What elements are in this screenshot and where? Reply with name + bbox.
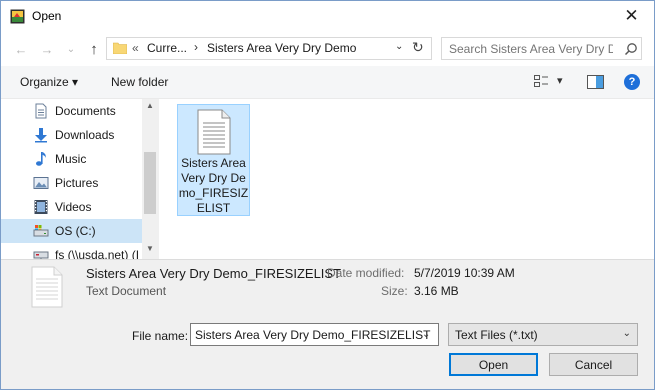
sidebar-item-os-c[interactable]: OS (C:) — [1, 219, 143, 243]
file-name-field-label: File name: — [132, 329, 189, 343]
address-bar[interactable]: « Curre... › Sisters Area Very Dry Demo … — [106, 37, 432, 60]
breadcrumb-sisters-folder[interactable]: Sisters Area Very Dry Demo — [207, 41, 356, 55]
network-drive-icon — [33, 251, 49, 259]
details-pane: Sisters Area Very Dry Demo_FIRESIZELIST … — [1, 259, 654, 313]
refresh-icon[interactable]: ↻ — [412, 39, 424, 56]
view-options-dropdown[interactable]: ▾ — [557, 74, 563, 87]
search-icon[interactable] — [624, 42, 638, 56]
pictures-icon — [33, 177, 49, 189]
preview-pane-icon[interactable] — [587, 75, 604, 89]
text-document-icon — [197, 109, 231, 155]
details-file-type: Text Document — [86, 284, 167, 298]
sidebar-item-network-drive[interactable]: fs (\\usda.net) (I — [1, 243, 143, 259]
sidebar-item-label: OS (C:) — [55, 224, 96, 238]
navigation-pane: Documents Downloads Music Pictures Video… — [1, 99, 158, 259]
address-row: ← → ⌄ ↑ « Curre... › Sisters Area Very D… — [1, 32, 654, 66]
videos-icon — [34, 200, 48, 214]
size-label: Size: — [381, 284, 408, 298]
file-type-select[interactable]: Text Files (*.txt) ⌄ — [448, 323, 638, 346]
app-icon — [10, 9, 25, 24]
sidebar-item-label: Videos — [55, 200, 92, 214]
sidebar-item-pictures[interactable]: Pictures — [1, 171, 143, 195]
sidebar-item-label: Downloads — [55, 128, 115, 142]
navigation-scrollbar[interactable]: ▲ ▼ — [142, 99, 158, 259]
search-input[interactable] — [442, 38, 620, 59]
organize-button[interactable]: Organize ▾ — [20, 75, 78, 89]
change-view-icon[interactable] — [534, 75, 549, 89]
back-button[interactable]: ← — [12, 40, 30, 58]
address-dropdown-icon[interactable]: ⌄ — [395, 41, 403, 52]
file-list: Sisters Area Very Dry Demo_FIRESIZELIST — [159, 99, 654, 259]
sidebar-item-music[interactable]: Music — [1, 147, 143, 171]
help-icon[interactable]: ? — [624, 74, 640, 90]
scroll-up-arrow-icon[interactable]: ▲ — [146, 101, 154, 110]
breadcrumb-current-folder[interactable]: Curre... — [147, 41, 187, 55]
file-name-label: Sisters Area Very Dry Demo_FIRESIZELIST — [178, 156, 249, 215]
sidebar-item-label: Documents — [55, 104, 116, 118]
forward-button[interactable]: → — [38, 40, 56, 58]
file-type-dropdown-icon: ⌄ — [622, 328, 631, 339]
file-item[interactable]: Sisters Area Very Dry Demo_FIRESIZELIST — [177, 104, 250, 216]
scrollbar-thumb[interactable] — [144, 152, 156, 214]
close-button[interactable]: ✕ — [609, 1, 654, 31]
window-title: Open — [32, 9, 62, 23]
file-name-field[interactable] — [190, 323, 439, 346]
cancel-button[interactable]: Cancel — [549, 353, 638, 376]
open-dialog: Open ✕ ← → ⌄ ↑ « Curre... › Sisters Area… — [0, 0, 655, 390]
date-modified-value: 5/7/2019 10:39 AM — [414, 266, 515, 280]
text-document-icon — [31, 266, 63, 308]
music-icon — [36, 152, 46, 166]
sidebar-item-label: fs (\\usda.net) (I — [55, 248, 140, 259]
sidebar-item-label: Pictures — [55, 176, 99, 190]
new-folder-button[interactable]: New folder — [111, 75, 168, 89]
sidebar-item-documents[interactable]: Documents — [1, 99, 143, 123]
downloads-icon — [35, 128, 47, 143]
documents-icon — [35, 103, 47, 119]
up-button[interactable]: ↑ — [85, 40, 103, 58]
file-type-value: Text Files (*.txt) — [455, 328, 538, 342]
recent-locations-dropdown[interactable]: ⌄ — [62, 40, 80, 58]
scroll-down-arrow-icon[interactable]: ▼ — [146, 244, 154, 253]
details-file-name: Sisters Area Very Dry Demo_FIRESIZELIST — [86, 266, 342, 281]
sidebar-item-videos[interactable]: Videos — [1, 195, 143, 219]
title-bar: Open ✕ — [1, 1, 654, 32]
date-modified-label: Date modified: — [327, 266, 405, 280]
folder-icon — [113, 42, 127, 54]
drive-icon — [33, 225, 49, 237]
sidebar-item-downloads[interactable]: Downloads — [1, 123, 143, 147]
breadcrumb-separator[interactable]: › — [194, 40, 198, 54]
search-box — [441, 37, 642, 60]
size-value: 3.16 MB — [414, 284, 459, 298]
sidebar-item-label: Music — [55, 152, 87, 166]
breadcrumb-overflow[interactable]: « — [132, 41, 139, 55]
open-button[interactable]: Open — [449, 353, 538, 376]
command-bar: Organize ▾ New folder ▾ ? — [1, 66, 654, 99]
footer-controls: File name: ⌄ Text Files (*.txt) ⌄ Open C… — [1, 313, 654, 389]
